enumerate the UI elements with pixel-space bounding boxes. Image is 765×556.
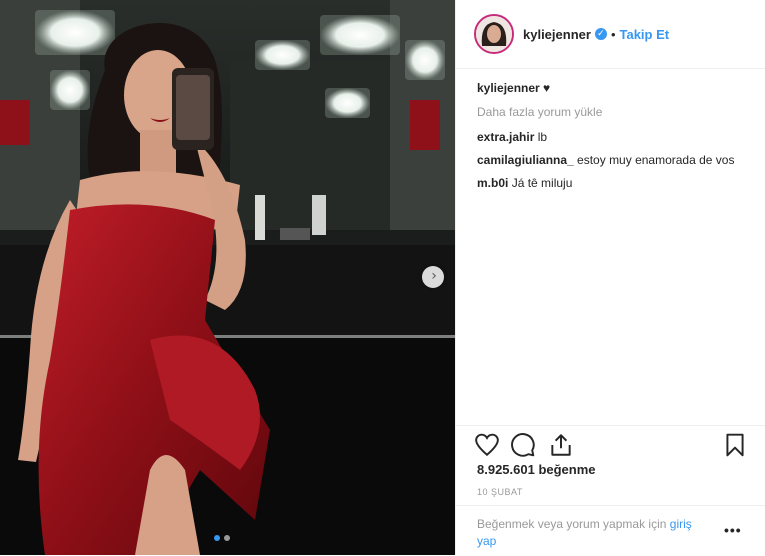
comment-item: m.b0i Já tê miluju [477, 175, 747, 192]
heart-icon[interactable] [474, 432, 500, 458]
carousel-dot-active [214, 535, 220, 541]
action-bar [456, 425, 765, 462]
bookmark-icon[interactable] [722, 432, 748, 458]
comment-username[interactable]: m.b0i [477, 176, 508, 190]
comment-username[interactable]: extra.jahir [477, 130, 534, 144]
caption-username[interactable]: kyliejenner [477, 81, 540, 95]
carousel-indicator [214, 535, 230, 541]
post-sidebar: kyliejenner ✓ • Takip Et kyliejenner ♥ D… [455, 0, 765, 555]
caption: kyliejenner ♥ [477, 80, 747, 97]
username-link[interactable]: kyliejenner [523, 27, 591, 42]
avatar[interactable] [474, 14, 514, 54]
post-date: 10 ŞUBAT [477, 487, 523, 497]
comment-icon[interactable] [510, 432, 536, 458]
separator: • [610, 26, 616, 42]
login-footer: Beğenmek veya yorum yapmak için giriş ya… [456, 505, 765, 556]
comment-username[interactable]: camilagiulianna_ [477, 153, 574, 167]
load-more-comments-button[interactable]: Daha fazla yorum yükle [477, 104, 747, 121]
post-photo[interactable]: › [0, 0, 455, 555]
login-prompt: Beğenmek veya yorum yapmak için giriş ya… [477, 516, 712, 550]
photo-illustration [0, 0, 455, 555]
share-icon[interactable] [548, 432, 574, 458]
comment-text: Já tê miluju [511, 176, 573, 190]
caption-text: ♥ [543, 81, 551, 95]
post-header: kyliejenner ✓ • Takip Et [456, 0, 765, 69]
comment-list: kyliejenner ♥ Daha fazla yorum yükle ext… [477, 80, 747, 198]
comment-text: estoy muy enamorada de vos [577, 153, 735, 167]
comment-item: extra.jahir lb [477, 129, 747, 146]
chevron-right-icon: › [431, 268, 437, 284]
more-options-button[interactable]: ••• [724, 522, 742, 538]
verified-badge-icon: ✓ [594, 28, 607, 40]
like-count[interactable]: 8.925.601 beğenme [477, 462, 596, 477]
carousel-dot [224, 535, 230, 541]
follow-button[interactable]: Takip Et [620, 27, 670, 42]
comment-item: camilagiulianna_ estoy muy enamorada de … [477, 152, 747, 169]
next-slide-button[interactable]: › [422, 266, 444, 288]
comment-text: lb [537, 130, 548, 144]
avatar-image [476, 16, 512, 52]
login-prompt-text: Beğenmek veya yorum yapmak için [477, 517, 667, 531]
